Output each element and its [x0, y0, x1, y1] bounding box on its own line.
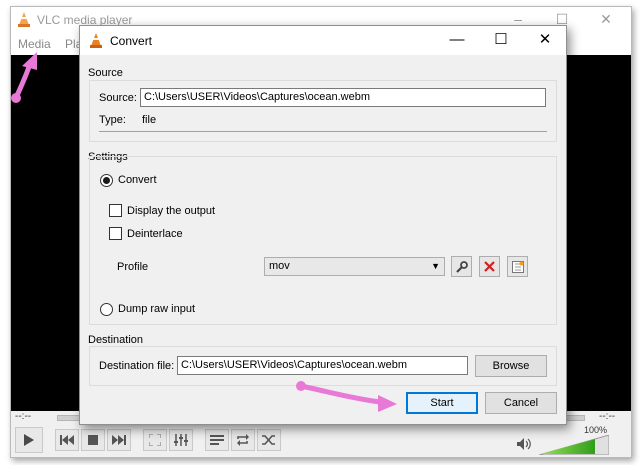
type-label: Type: — [99, 114, 126, 126]
next-button[interactable] — [107, 429, 131, 451]
profile-dropdown[interactable]: mov ▼ — [264, 257, 445, 276]
vlc-close-button[interactable]: ✕ — [591, 9, 621, 29]
source-label: Source: — [99, 92, 137, 104]
edit-profile-button[interactable] — [451, 256, 472, 277]
shuffle-icon — [262, 435, 275, 445]
profile-label: Profile — [117, 261, 149, 273]
chevron-down-icon: ▼ — [431, 261, 440, 271]
new-profile-button[interactable] — [507, 256, 528, 277]
volume-slider[interactable] — [539, 435, 609, 455]
dump-raw-radio[interactable] — [100, 303, 113, 316]
wrench-icon — [455, 260, 468, 273]
screenshot-canvas: VLC media player – ☐ ✕ Media Pla --:-- -… — [0, 0, 640, 465]
previous-button[interactable] — [55, 429, 79, 451]
loop-button[interactable] — [231, 429, 255, 451]
total-time: --:-- — [599, 411, 616, 422]
equalizer-icon — [174, 434, 188, 446]
source-group-label: Source — [88, 67, 123, 79]
display-output-label[interactable]: Display the output — [127, 205, 215, 217]
vlc-cone-icon — [90, 33, 102, 48]
play-icon — [24, 434, 34, 446]
settings-group — [89, 156, 557, 325]
destination-path-field[interactable]: C:\Users\USER\Videos\Captures\ocean.webm — [177, 356, 468, 375]
skip-forward-icon — [112, 435, 126, 445]
fullscreen-icon — [149, 434, 161, 446]
convert-dialog: Convert — ☐ ✕ Source Source: C:\Users\US… — [79, 25, 567, 425]
convert-dialog-titlebar: Convert — ☐ ✕ — [80, 26, 566, 55]
loop-icon — [237, 434, 249, 446]
stop-icon — [88, 435, 98, 445]
volume-percentage: 100% — [583, 425, 607, 435]
browse-button[interactable]: Browse — [475, 355, 547, 377]
start-button[interactable]: Start — [406, 392, 478, 414]
dialog-maximize-button[interactable]: ☐ — [486, 29, 516, 51]
skip-back-icon — [60, 435, 74, 445]
cancel-button[interactable]: Cancel — [485, 392, 557, 414]
deinterlace-checkbox[interactable] — [109, 227, 122, 240]
source-divider — [99, 131, 547, 132]
new-profile-icon — [511, 260, 524, 273]
deinterlace-label[interactable]: Deinterlace — [127, 228, 183, 240]
speaker-icon[interactable] — [517, 437, 531, 451]
extended-settings-button[interactable] — [169, 429, 193, 451]
dump-raw-label[interactable]: Dump raw input — [118, 303, 195, 315]
menu-media[interactable]: Media — [18, 37, 51, 51]
dialog-close-button[interactable]: ✕ — [530, 29, 560, 51]
play-button[interactable] — [15, 427, 43, 453]
fullscreen-button[interactable] — [143, 429, 167, 451]
vlc-cone-icon — [18, 12, 30, 27]
convert-radio[interactable] — [100, 174, 113, 187]
shuffle-button[interactable] — [257, 429, 281, 451]
profile-dropdown-value: mov — [269, 260, 290, 272]
playlist-icon — [210, 435, 224, 445]
display-output-checkbox[interactable] — [109, 204, 122, 217]
convert-dialog-title: Convert — [110, 34, 153, 48]
playlist-button[interactable] — [205, 429, 229, 451]
delete-profile-button[interactable] — [479, 256, 500, 277]
destination-file-label: Destination file: — [99, 360, 175, 372]
dialog-minimize-button[interactable]: — — [442, 29, 472, 51]
delete-x-icon — [484, 261, 495, 272]
type-value: file — [142, 114, 157, 126]
destination-group-label: Destination — [88, 334, 144, 346]
source-path-field[interactable]: C:\Users\USER\Videos\Captures\ocean.webm — [140, 88, 546, 107]
convert-radio-label[interactable]: Convert — [118, 174, 157, 186]
elapsed-time: --:-- — [15, 411, 32, 422]
stop-button[interactable] — [81, 429, 105, 451]
playback-controls: 100% — [11, 425, 631, 457]
